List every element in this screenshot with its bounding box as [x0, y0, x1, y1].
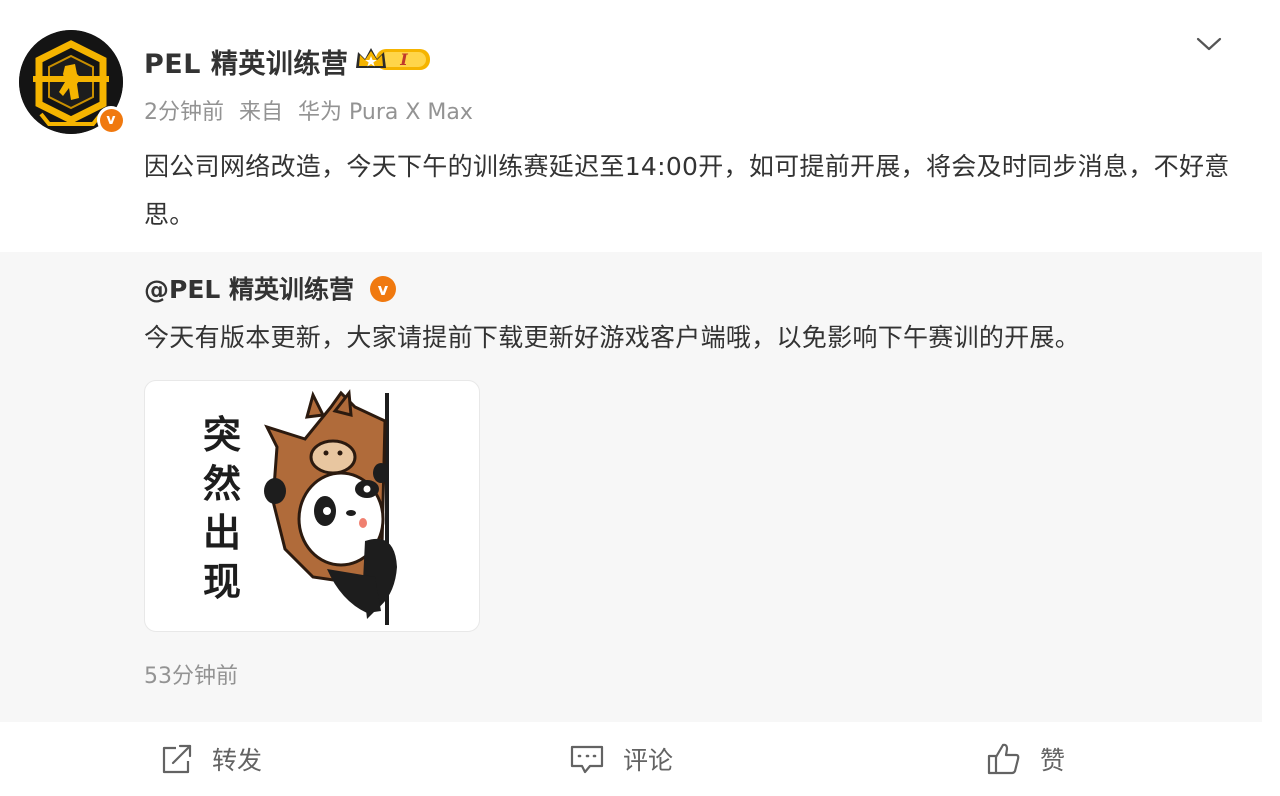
quoted-verified-icon: v [370, 276, 396, 302]
author-name[interactable]: PEL 精英训练营 [144, 42, 348, 81]
vip-crown-icon[interactable]: I [354, 44, 432, 74]
chevron-down-icon[interactable] [1195, 32, 1223, 56]
window-edge [1262, 0, 1280, 796]
quoted-time: 53分钟前 [144, 664, 238, 689]
comment-button[interactable]: 评论 [569, 722, 673, 796]
comment-icon [570, 745, 604, 774]
action-bar: 转发 评论 赞 [0, 722, 1262, 796]
post-meta: 2分钟前 来自 华为 Pura X Max [144, 94, 481, 126]
post-source[interactable]: 华为 Pura X Max [298, 100, 473, 125]
quoted-text: 今天有版本更新，大家请提前下载更新好游戏客户端哦，以免影响下午赛训的开展。 [144, 323, 1081, 352]
like-button[interactable]: 赞 [986, 722, 1065, 796]
verified-icon: v [99, 108, 123, 132]
share-icon [162, 744, 192, 774]
vip-level: I [399, 50, 408, 69]
source-prefix: 来自 [239, 100, 284, 125]
author-avatar[interactable]: v [19, 30, 125, 134]
forward-button[interactable]: 转发 [160, 722, 262, 796]
post-text: 因公司网络改造，今天下午的训练赛延迟至14:00开，如可提前开展，将会及时同步消… [144, 152, 1230, 229]
comment-label: 评论 [623, 746, 674, 775]
panda-in-horse-costume-sticker [264, 389, 397, 625]
post-time: 2分钟前 [144, 100, 224, 125]
weibo-post-card: v PEL 精英训练营 I 2分钟前 来自 华为 Pura X Max 因公司网… [0, 0, 1280, 796]
like-label: 赞 [1040, 746, 1066, 775]
thumbs-up-icon [987, 743, 1020, 775]
quoted-author[interactable]: @PEL 精英训练营 [144, 270, 354, 306]
forward-label: 转发 [212, 746, 263, 775]
quoted-image[interactable]: 突然出现 [144, 380, 480, 632]
verified-badge: v [97, 106, 125, 134]
quoted-post[interactable]: @PEL 精英训练营 v 今天有版本更新，大家请提前下载更新好游戏客户端哦，以免… [0, 252, 1262, 722]
